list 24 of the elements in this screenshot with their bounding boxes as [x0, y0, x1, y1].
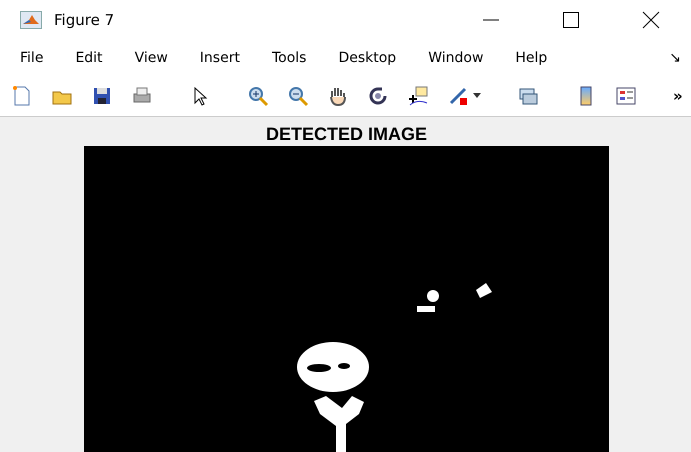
maximize-icon[interactable]: [561, 10, 581, 30]
hand-icon[interactable]: [327, 85, 349, 107]
menu-item[interactable]: Window: [421, 48, 490, 68]
menu-item[interactable]: Tools: [264, 48, 314, 68]
save-icon[interactable]: [91, 85, 113, 107]
overflow-button[interactable]: »: [673, 87, 683, 105]
menu-item[interactable]: Desktop: [331, 48, 404, 68]
menu-item[interactable]: View: [128, 48, 175, 68]
data-cursor-icon[interactable]: [407, 85, 429, 107]
dock-arrow[interactable]: ↘: [669, 50, 681, 66]
legend-icon[interactable]: [615, 85, 637, 107]
window-title: Figure 7: [54, 11, 114, 29]
rotate-icon[interactable]: [367, 85, 389, 107]
caret-icon[interactable]: [473, 93, 481, 99]
menu-item[interactable]: Help: [508, 48, 554, 68]
app-icon: [20, 11, 42, 29]
zoom-out-icon[interactable]: [287, 85, 309, 107]
menu-item[interactable]: Edit: [68, 48, 110, 68]
menu-item[interactable]: Insert: [192, 48, 247, 68]
menu-item[interactable]: File: [13, 48, 50, 68]
brush-icon[interactable]: [447, 85, 469, 107]
zoom-in-icon[interactable]: [247, 85, 269, 107]
close-icon[interactable]: [641, 10, 661, 30]
figure-title: DETECTED IMAGE: [266, 123, 427, 145]
